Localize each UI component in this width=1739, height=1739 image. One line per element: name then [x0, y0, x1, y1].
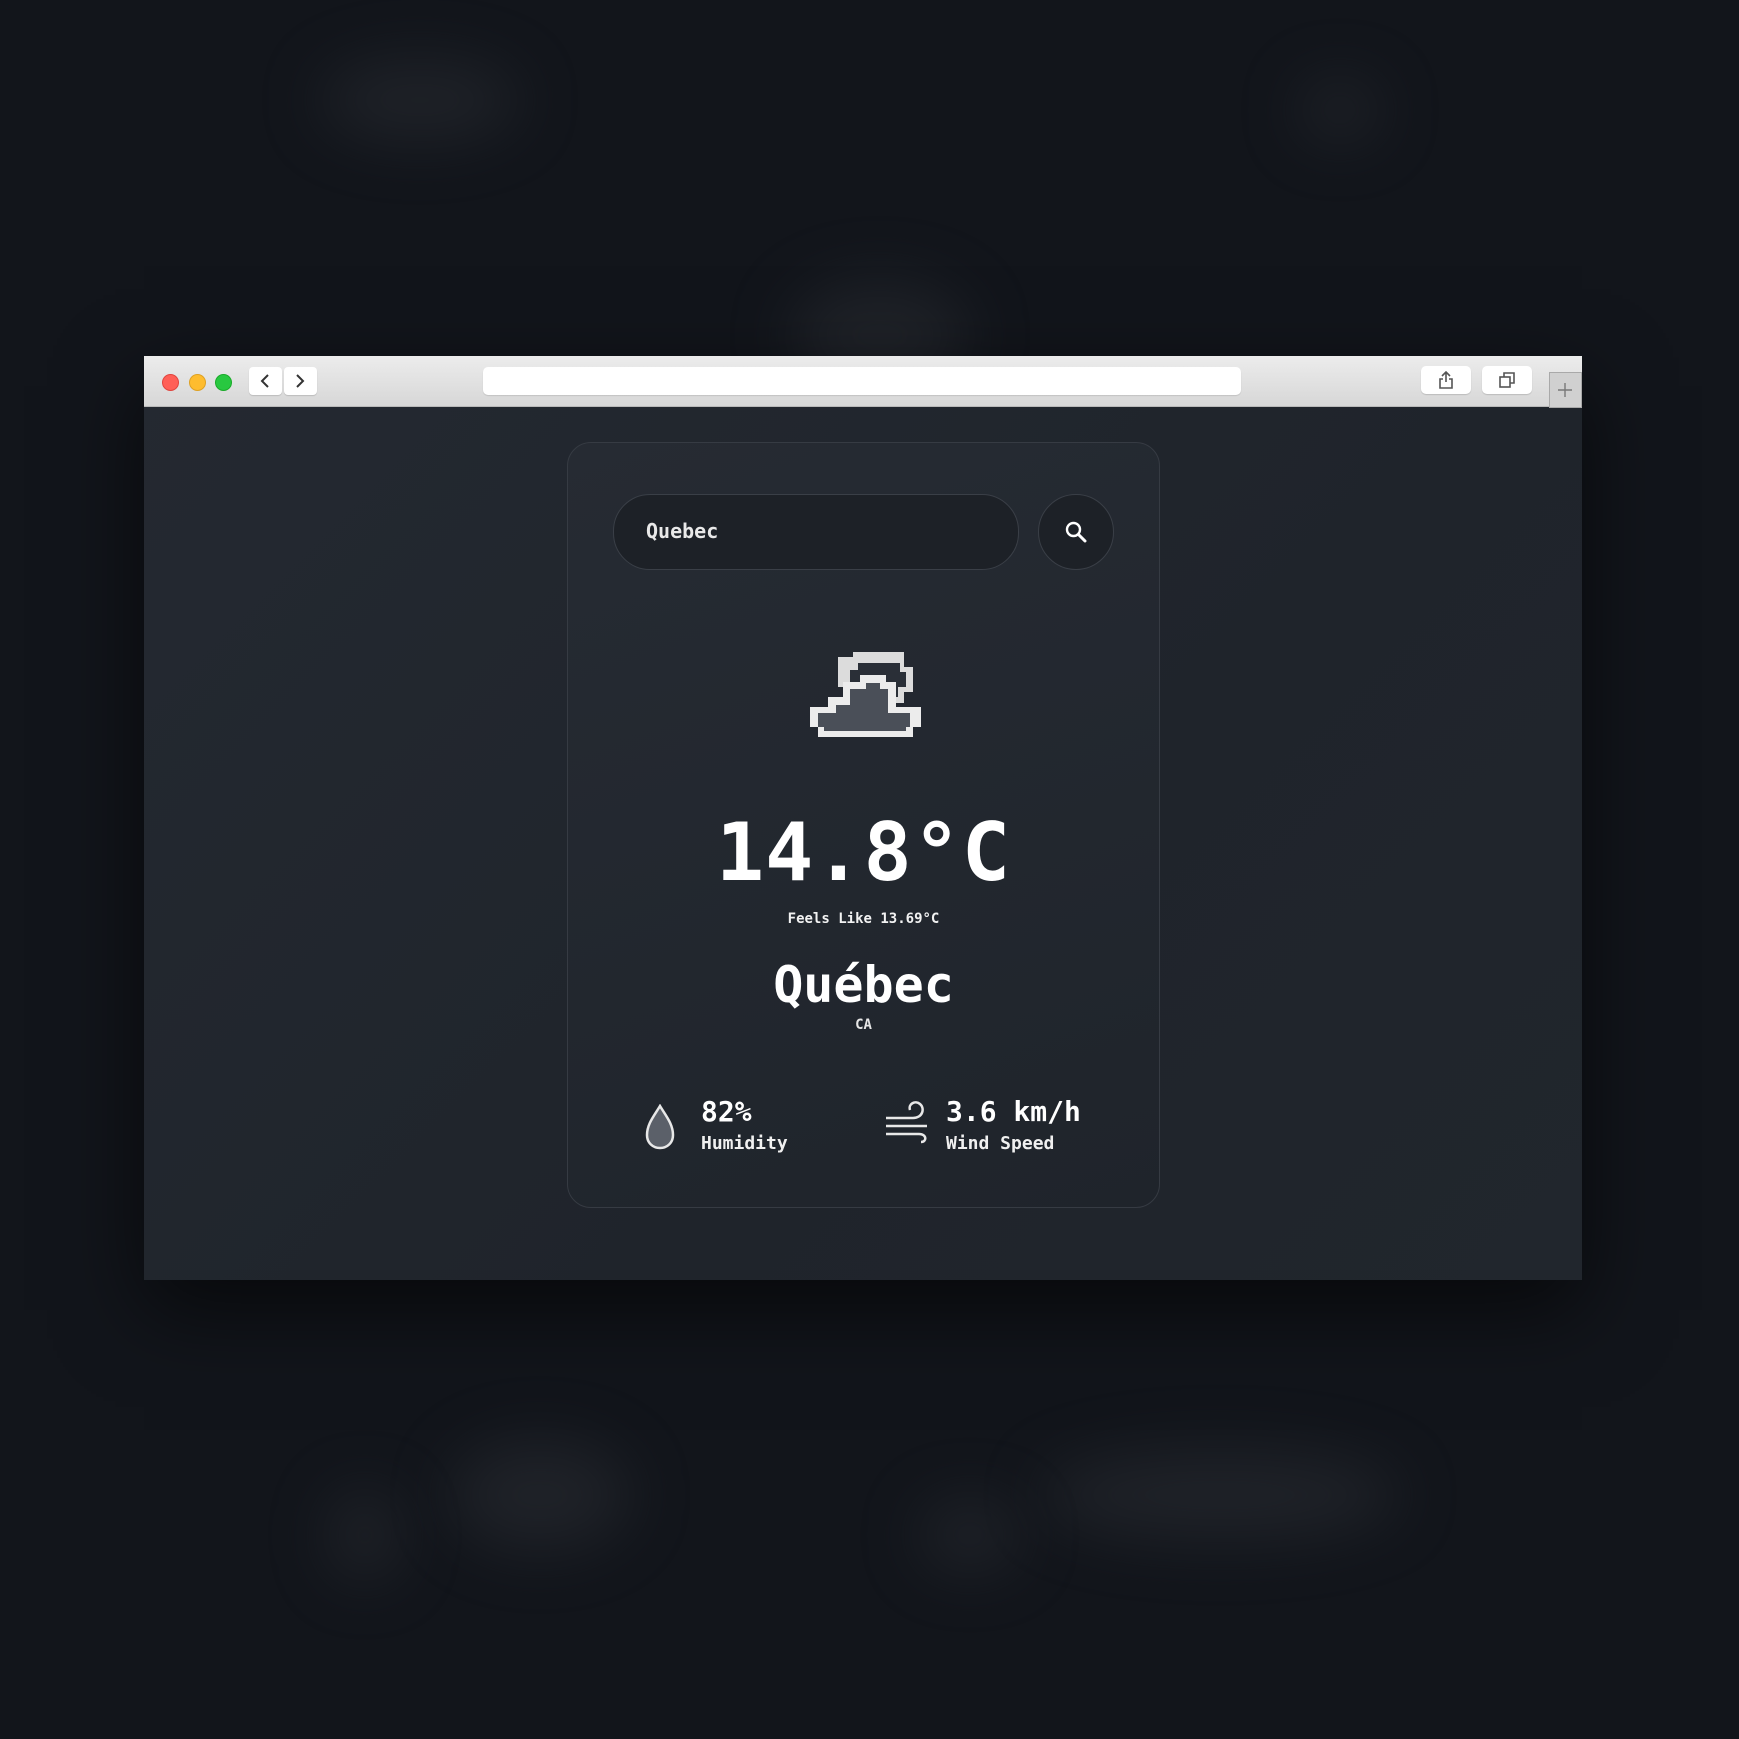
- search-input[interactable]: Quebec: [613, 494, 1019, 570]
- chevron-left-icon: [260, 374, 269, 388]
- background-blur: [920, 1500, 1020, 1570]
- background-blur: [1040, 1450, 1400, 1540]
- browser-window: Quebec 14.8°C Feels Like 13.69°C Québec …: [144, 356, 1582, 1280]
- background-blur: [1300, 80, 1380, 140]
- share-button[interactable]: [1421, 366, 1471, 394]
- new-tab-button[interactable]: [1549, 372, 1582, 408]
- minimize-window-button[interactable]: [189, 374, 206, 391]
- tabs-icon: [1499, 372, 1515, 388]
- close-window-button[interactable]: [162, 374, 179, 391]
- search-button[interactable]: [1038, 494, 1114, 570]
- feels-like: Feels Like 13.69°C: [787, 911, 940, 927]
- background-blur: [450, 1440, 630, 1550]
- country-code: CA: [855, 1017, 872, 1033]
- share-icon: [1439, 371, 1453, 389]
- address-bar[interactable]: [483, 367, 1241, 395]
- water-drop-icon: [645, 1104, 675, 1150]
- wind-speed-label: Wind Speed: [946, 1133, 1055, 1154]
- search-icon: [1065, 521, 1087, 543]
- forward-button[interactable]: [284, 367, 317, 395]
- background-blur: [330, 1490, 400, 1580]
- chevron-right-icon: [296, 374, 305, 388]
- wind-icon: [886, 1101, 927, 1144]
- humidity-label: Humidity: [701, 1133, 788, 1154]
- browser-titlebar: [144, 356, 1582, 408]
- temperature: 14.8°C: [716, 806, 1011, 899]
- weather-card: Quebec 14.8°C Feels Like 13.69°C Québec …: [567, 442, 1160, 1208]
- humidity-value: 82%: [701, 1095, 752, 1128]
- maximize-window-button[interactable]: [215, 374, 232, 391]
- plus-icon: [1558, 383, 1572, 397]
- cloud-with-sun-icon: [810, 652, 921, 737]
- city-name: Québec: [773, 956, 954, 1014]
- search-input-value: Quebec: [646, 519, 719, 543]
- back-button[interactable]: [249, 367, 282, 395]
- background-blur: [320, 60, 520, 140]
- wind-speed-value: 3.6 km/h: [946, 1095, 1081, 1128]
- tabs-button[interactable]: [1482, 366, 1532, 394]
